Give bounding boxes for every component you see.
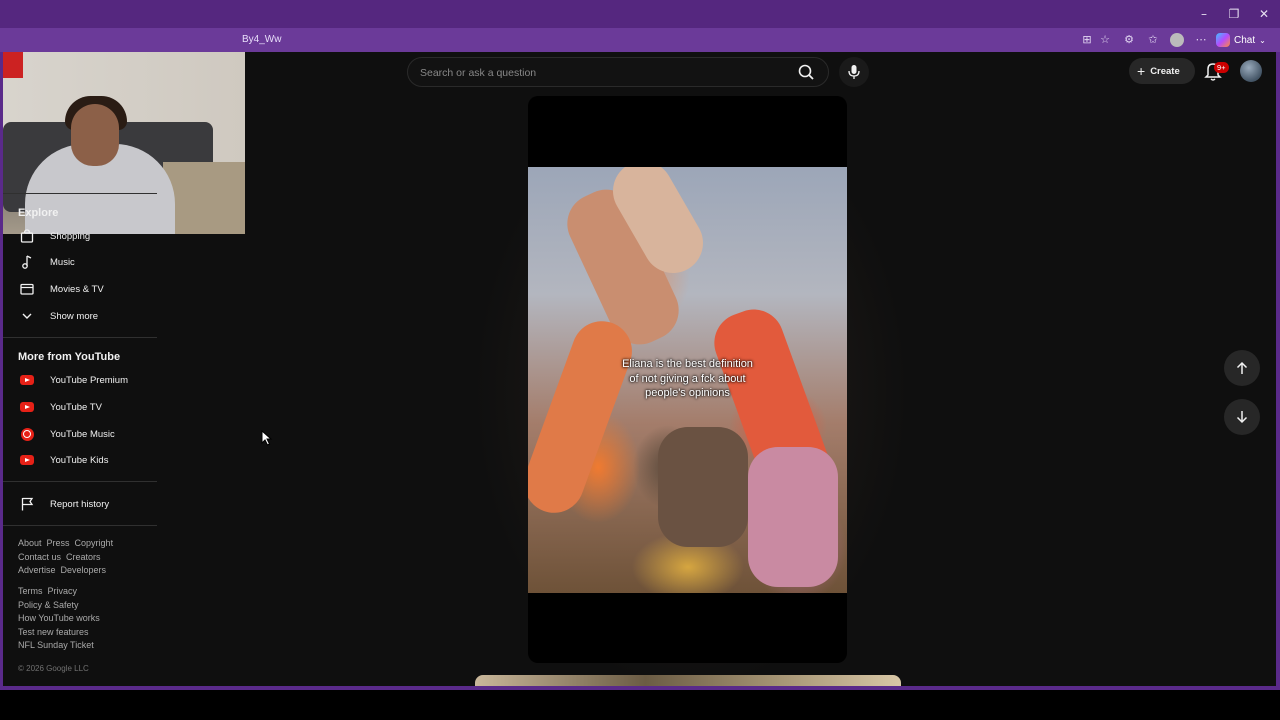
sidebar-item-label: YouTube TV	[50, 401, 102, 413]
sidebar-item-label: YouTube Kids	[50, 454, 109, 466]
chevron-down-icon: ⌄	[1259, 35, 1266, 45]
footer-link-terms[interactable]: Terms	[18, 586, 43, 596]
caption-line: of not giving a fck about	[629, 372, 746, 385]
youtube-page: Search or ask a question + Create 9+ Exp…	[3, 52, 1276, 686]
footer-link-test-new-features[interactable]: Test new features	[18, 627, 89, 637]
more-options-icon[interactable]: ⋯	[1194, 33, 1208, 47]
sidebar-item-label: YouTube Premium	[50, 374, 128, 386]
plus-icon: +	[1137, 63, 1146, 79]
microphone-icon	[848, 65, 860, 79]
youtube-tv-icon	[19, 399, 35, 415]
footer-link-copyright[interactable]: Copyright	[75, 538, 114, 548]
sidebar-item-label: YouTube Music	[50, 428, 115, 440]
sidebar-item-label: Movies & TV	[50, 283, 104, 295]
copyright-text: © 2026 Google LLC	[18, 664, 89, 673]
footer-link-contact[interactable]: Contact us	[18, 552, 61, 562]
search-box[interactable]: Search or ask a question	[407, 57, 829, 87]
sidebar: Explore Shopping Music Movies & TV Show …	[3, 186, 159, 686]
search-icon[interactable]	[793, 59, 819, 85]
voice-search-button[interactable]	[839, 57, 869, 87]
sidebar-item-label: Report history	[50, 498, 110, 510]
copilot-chat-button[interactable]: Chat ⌄	[1216, 31, 1266, 49]
short-video-frame[interactable]: Eliana is the best definition of not giv…	[528, 167, 847, 593]
youtube-music-icon	[19, 426, 35, 442]
browser-title-bar: – ❐ ✕	[0, 0, 1280, 28]
sidebar-item-show-more[interactable]: Show more	[3, 303, 159, 329]
shopping-bag-icon	[19, 228, 35, 244]
chat-label: Chat	[1234, 34, 1256, 46]
footer-link-about[interactable]: About	[18, 538, 42, 548]
previous-short-button[interactable]	[1224, 350, 1260, 386]
sidebar-item-youtube-premium[interactable]: YouTube Premium	[3, 367, 159, 393]
sidebar-item-label: Show more	[50, 310, 99, 322]
sidebar-item-label: Shopping	[50, 230, 91, 242]
footer-link-press[interactable]: Press	[47, 538, 70, 548]
notification-badge: 9+	[1214, 62, 1229, 73]
app-grid-icon[interactable]: ⊞	[1080, 33, 1094, 47]
more-from-youtube-title: More from YouTube	[18, 351, 121, 363]
favorite-star-icon[interactable]: ☆	[1098, 33, 1112, 47]
sidebar-item-shopping[interactable]: Shopping	[3, 223, 159, 249]
video-caption: Eliana is the best definition of not giv…	[528, 357, 847, 401]
sidebar-item-label: Music	[50, 256, 75, 268]
footer-link-privacy[interactable]: Privacy	[48, 586, 78, 596]
arrow-down-icon	[1236, 411, 1248, 424]
arrow-up-icon	[1236, 361, 1248, 374]
next-short-preview[interactable]	[475, 675, 901, 686]
caption-line: Eliana is the best definition	[622, 358, 753, 370]
minimize-icon[interactable]: –	[1196, 6, 1212, 22]
next-short-button[interactable]	[1224, 399, 1260, 435]
youtube-premium-icon	[19, 372, 35, 388]
footer-links-primary: About Press Copyright Contact us Creators A…	[18, 537, 118, 578]
footer-link-developers[interactable]: Developers	[61, 565, 107, 575]
restore-icon[interactable]: ❐	[1226, 6, 1242, 22]
avatar[interactable]	[1240, 60, 1262, 82]
divider	[3, 193, 157, 194]
search-input[interactable]: Search or ask a question	[420, 67, 536, 79]
sidebar-item-youtube-kids[interactable]: YouTube Kids	[3, 447, 159, 473]
divider	[3, 337, 157, 338]
flag-icon	[19, 496, 35, 512]
create-label: Create	[1150, 65, 1180, 77]
sidebar-item-youtube-music[interactable]: YouTube Music	[3, 421, 159, 447]
footer-links-secondary: Terms Privacy Policy & Safety How YouTube…	[18, 585, 105, 653]
bottom-letterbox	[0, 690, 1280, 720]
caption-line: people's opinions	[645, 387, 730, 399]
close-icon[interactable]: ✕	[1256, 6, 1272, 22]
profile-icon[interactable]	[1170, 33, 1184, 47]
url-text[interactable]: By4_Ww	[242, 34, 281, 45]
footer-link-policy-safety[interactable]: Policy & Safety	[18, 600, 79, 610]
footer-link-advertise[interactable]: Advertise	[18, 565, 56, 575]
footer-link-nfl-sunday-ticket[interactable]: NFL Sunday Ticket	[18, 640, 94, 650]
youtube-kids-icon	[19, 452, 35, 468]
divider	[3, 481, 157, 482]
music-note-icon	[19, 254, 35, 270]
mouse-cursor-icon	[261, 430, 273, 446]
divider	[3, 525, 157, 526]
shorts-player[interactable]: Eliana is the best definition of not giv…	[528, 96, 847, 663]
footer-link-how-youtube-works[interactable]: How YouTube works	[18, 613, 100, 623]
extension-icon[interactable]: ⚙	[1122, 33, 1136, 47]
clapperboard-icon	[19, 281, 35, 297]
sidebar-item-youtube-tv[interactable]: YouTube TV	[3, 394, 159, 420]
chevron-down-icon	[19, 308, 35, 324]
create-button[interactable]: + Create	[1129, 58, 1195, 84]
favorites-icon[interactable]: ✩	[1146, 33, 1160, 47]
sidebar-item-movies-tv[interactable]: Movies & TV	[3, 276, 159, 302]
footer-link-creators[interactable]: Creators	[66, 552, 101, 562]
explore-title: Explore	[18, 207, 59, 219]
copilot-icon	[1216, 33, 1230, 47]
sidebar-item-music[interactable]: Music	[3, 249, 159, 275]
sidebar-item-report-history[interactable]: Report history	[3, 491, 159, 517]
